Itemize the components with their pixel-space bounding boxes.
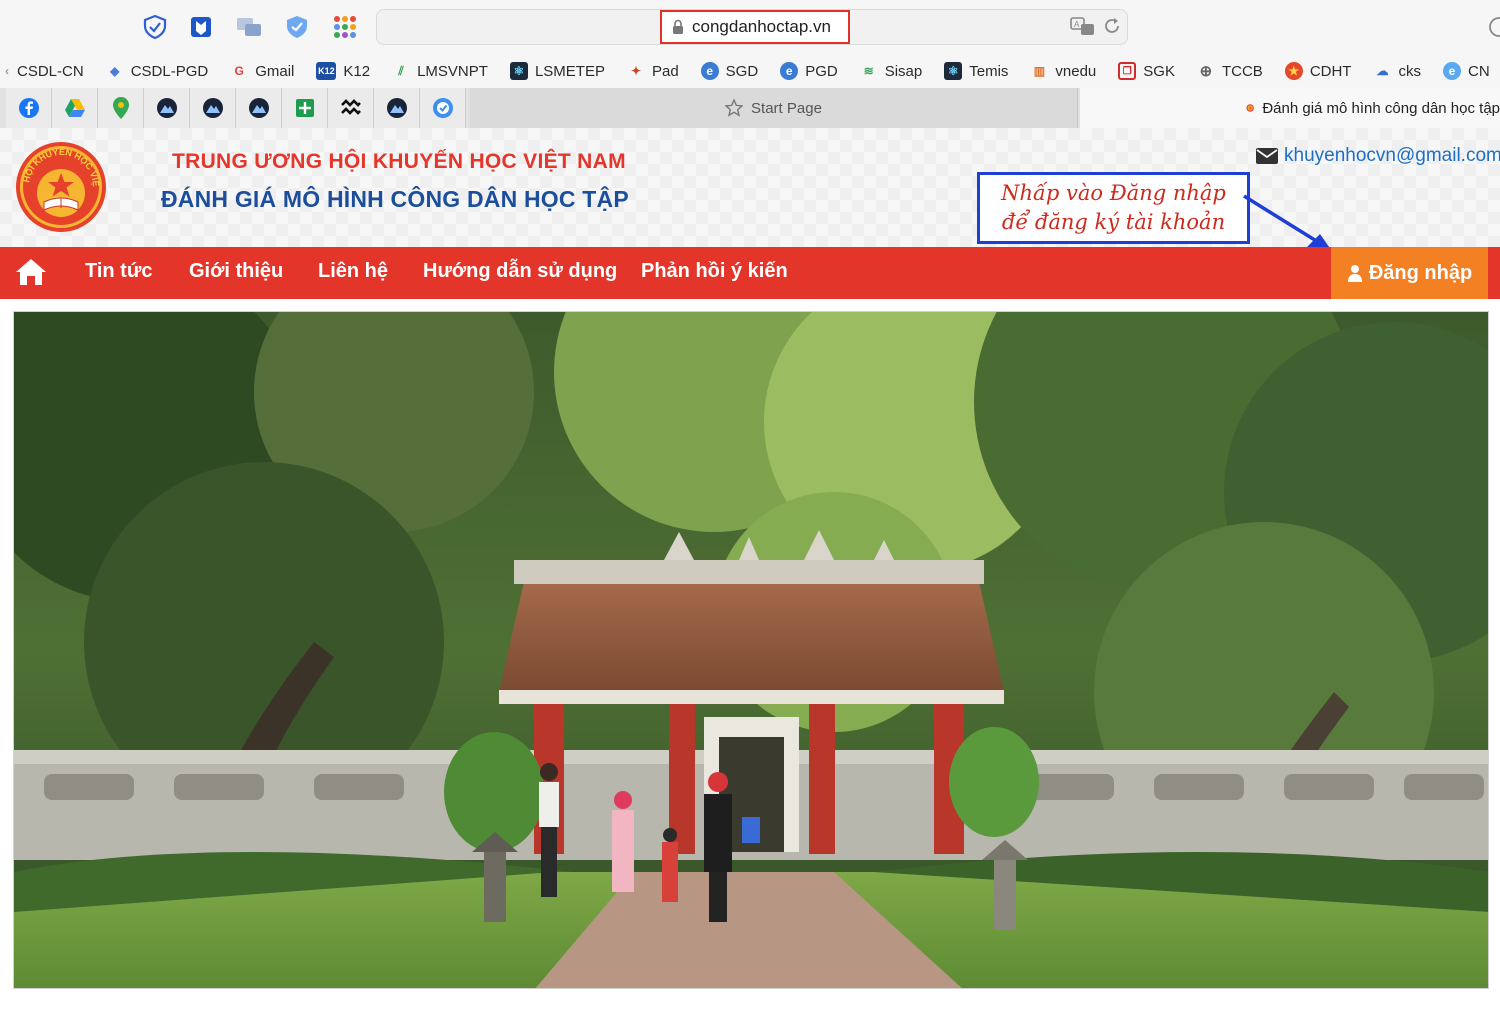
lmsvnpt-icon: ⫽ — [398, 63, 404, 78]
login-button[interactable]: Đăng nhập — [1331, 247, 1488, 299]
wave-icon — [340, 99, 361, 115]
site-emblem-icon — [1246, 104, 1254, 112]
site-title: ĐÁNH GIÁ MÔ HÌNH CÔNG DÂN HỌC TẬP — [161, 186, 629, 212]
bookmark-lsmetep[interactable]: ⚛ LSMETEP — [509, 62, 605, 80]
nav-item-phan-hoi[interactable]: Phản hồi ý kiến — [641, 260, 788, 283]
bookmark-cn[interactable]: e CN — [1442, 62, 1490, 80]
diamond-icon: ◆ — [110, 64, 120, 78]
sheet-plus-icon — [295, 99, 314, 117]
mountain-icon — [386, 98, 407, 118]
bookmark-csdl-pgd[interactable]: ◆ CSDL-PGD — [106, 62, 208, 80]
bitwarden-icon[interactable] — [186, 12, 216, 42]
edge-icon: e — [700, 62, 719, 80]
bookmark-pad[interactable]: ✦ Pad — [627, 62, 679, 80]
react-icon: ⚛ — [509, 62, 528, 80]
apps-grid-icon[interactable] — [330, 12, 360, 42]
email-text: khuyenhocvn@gmail.com — [1284, 145, 1500, 166]
nav-item-huong-dan[interactable]: Hướng dẫn sử dụng — [423, 260, 617, 283]
instruction-callout: Nhấp vào Đăng nhập để đăng ký tài khoản — [977, 172, 1250, 244]
book-icon: ❐ — [1118, 62, 1137, 80]
tab-strip: Start Page Đánh giá mô hình công dân học… — [0, 88, 1500, 128]
nav-item-lien-he[interactable]: Liên hệ — [318, 260, 388, 283]
window-icon[interactable] — [234, 12, 264, 42]
pinned-tab-sheets[interactable] — [282, 88, 328, 128]
site-logo[interactable]: HỘI KHUYẾN HỌC VIỆT NAM — [10, 132, 108, 239]
menu-circle-icon[interactable] — [1484, 12, 1500, 42]
bookmark-cks[interactable]: ☁ cks — [1373, 62, 1421, 80]
pinned-tab-2[interactable] — [190, 88, 236, 128]
browser-toolbar: congdanhoctap.vn A — [0, 0, 1500, 54]
user-icon — [1347, 265, 1362, 282]
bird-icon: ✦ — [630, 64, 641, 78]
envelope-icon — [1256, 148, 1278, 164]
bookmark-sgd[interactable]: e SGD — [700, 62, 758, 80]
bookmark-sisap[interactable]: ≋ Sisap — [860, 62, 923, 80]
globe-icon: ⊕ — [1199, 63, 1213, 80]
pinned-tab-wave[interactable] — [328, 88, 374, 128]
bookmark-k12[interactable]: K12 K12 — [316, 62, 370, 80]
google-icon: G — [234, 64, 244, 78]
mountain-icon — [248, 98, 269, 118]
hero-banner-image — [13, 311, 1489, 989]
emblem-logo-icon: HỘI KHUYẾN HỌC VIỆT NAM — [10, 132, 106, 232]
bookmark-pgd[interactable]: e PGD — [780, 62, 838, 80]
bookmark-gmail[interactable]: G Gmail — [230, 62, 295, 80]
shield-check-icon[interactable] — [282, 12, 312, 42]
mountain-icon — [156, 98, 177, 118]
edge-icon: e — [780, 62, 799, 80]
url-field[interactable]: congdanhoctap.vn — [660, 10, 850, 44]
organization-name: TRUNG ƯƠNG HỘI KHUYẾN HỌC VIỆT NAM — [172, 150, 626, 173]
bookmarks-bar: ‹ CSDL-CN ◆ CSDL-PGD G Gmail K12 K12 ⫽ LMSVNP… — [0, 54, 1500, 88]
callout-line-1: Nhấp vào Đăng nhập — [1001, 181, 1226, 205]
reload-icon[interactable] — [1102, 16, 1122, 41]
svg-text:A: A — [1074, 20, 1080, 29]
google-drive-icon — [64, 99, 85, 117]
mountain-icon — [202, 98, 223, 118]
bookmark-vnedu[interactable]: ▥ vnedu — [1030, 62, 1097, 80]
bookmark-csdl-cn[interactable]: ‹ CSDL-CN — [4, 62, 84, 80]
login-label: Đăng nhập — [1368, 261, 1473, 284]
maps-pin-icon — [112, 97, 129, 119]
pinned-tab-3[interactable] — [236, 88, 282, 128]
shield-outline-icon[interactable] — [140, 12, 170, 42]
facebook-icon — [18, 98, 39, 118]
check-circle-icon — [432, 98, 453, 118]
tab-active[interactable]: Đánh giá mô hình công dân học tập — [1080, 88, 1500, 128]
url-text: congdanhoctap.vn — [692, 17, 831, 36]
react-icon: ⚛ — [944, 62, 963, 80]
edge-icon: e — [1442, 62, 1461, 80]
temple-gate-photo — [14, 312, 1488, 988]
pinned-tab-maps[interactable] — [98, 88, 144, 128]
pinned-tab-drive[interactable] — [52, 88, 98, 128]
bookmark-cdht[interactable]: ★ CDHT — [1284, 62, 1351, 80]
pinned-tab-1[interactable] — [144, 88, 190, 128]
nav-item-gioi-thieu[interactable]: Giới thiệu — [189, 260, 283, 283]
pinned-tab-facebook[interactable] — [6, 88, 52, 128]
k12-icon: K12 — [316, 62, 337, 80]
bookmark-tccb[interactable]: ⊕ TCCB — [1197, 62, 1263, 81]
bookmark-temis[interactable]: ⚛ Temis — [944, 62, 1008, 80]
translate-icon[interactable]: A — [1070, 16, 1096, 43]
stack-icon: ≋ — [863, 64, 874, 78]
emblem-icon: ★ — [1284, 62, 1303, 80]
bookmark-sgk[interactable]: ❐ SGK — [1118, 62, 1175, 80]
pinned-tab-4[interactable] — [374, 88, 420, 128]
lock-icon — [673, 19, 683, 34]
tab-start-page[interactable]: Start Page — [470, 88, 1078, 128]
chart-icon: ▥ — [1033, 64, 1046, 78]
star-icon — [725, 99, 744, 117]
bookmark-lmsvnpt[interactable]: ⫽ LMSVNPT — [392, 62, 488, 80]
chevron-icon: ‹ — [5, 64, 9, 78]
nav-item-tin-tuc[interactable]: Tin tức — [85, 260, 152, 283]
contact-email[interactable]: khuyenhocvn@gmail.com — [1256, 145, 1500, 167]
callout-line-2: để đăng ký tài khoản — [1001, 210, 1226, 234]
cloud-icon: ☁ — [1376, 64, 1389, 78]
main-navigation: Tin tức Giới thiệu Liên hệ Hướng dẫn sử … — [0, 247, 1500, 299]
home-icon[interactable] — [14, 257, 48, 292]
pinned-tab-check[interactable] — [420, 88, 466, 128]
